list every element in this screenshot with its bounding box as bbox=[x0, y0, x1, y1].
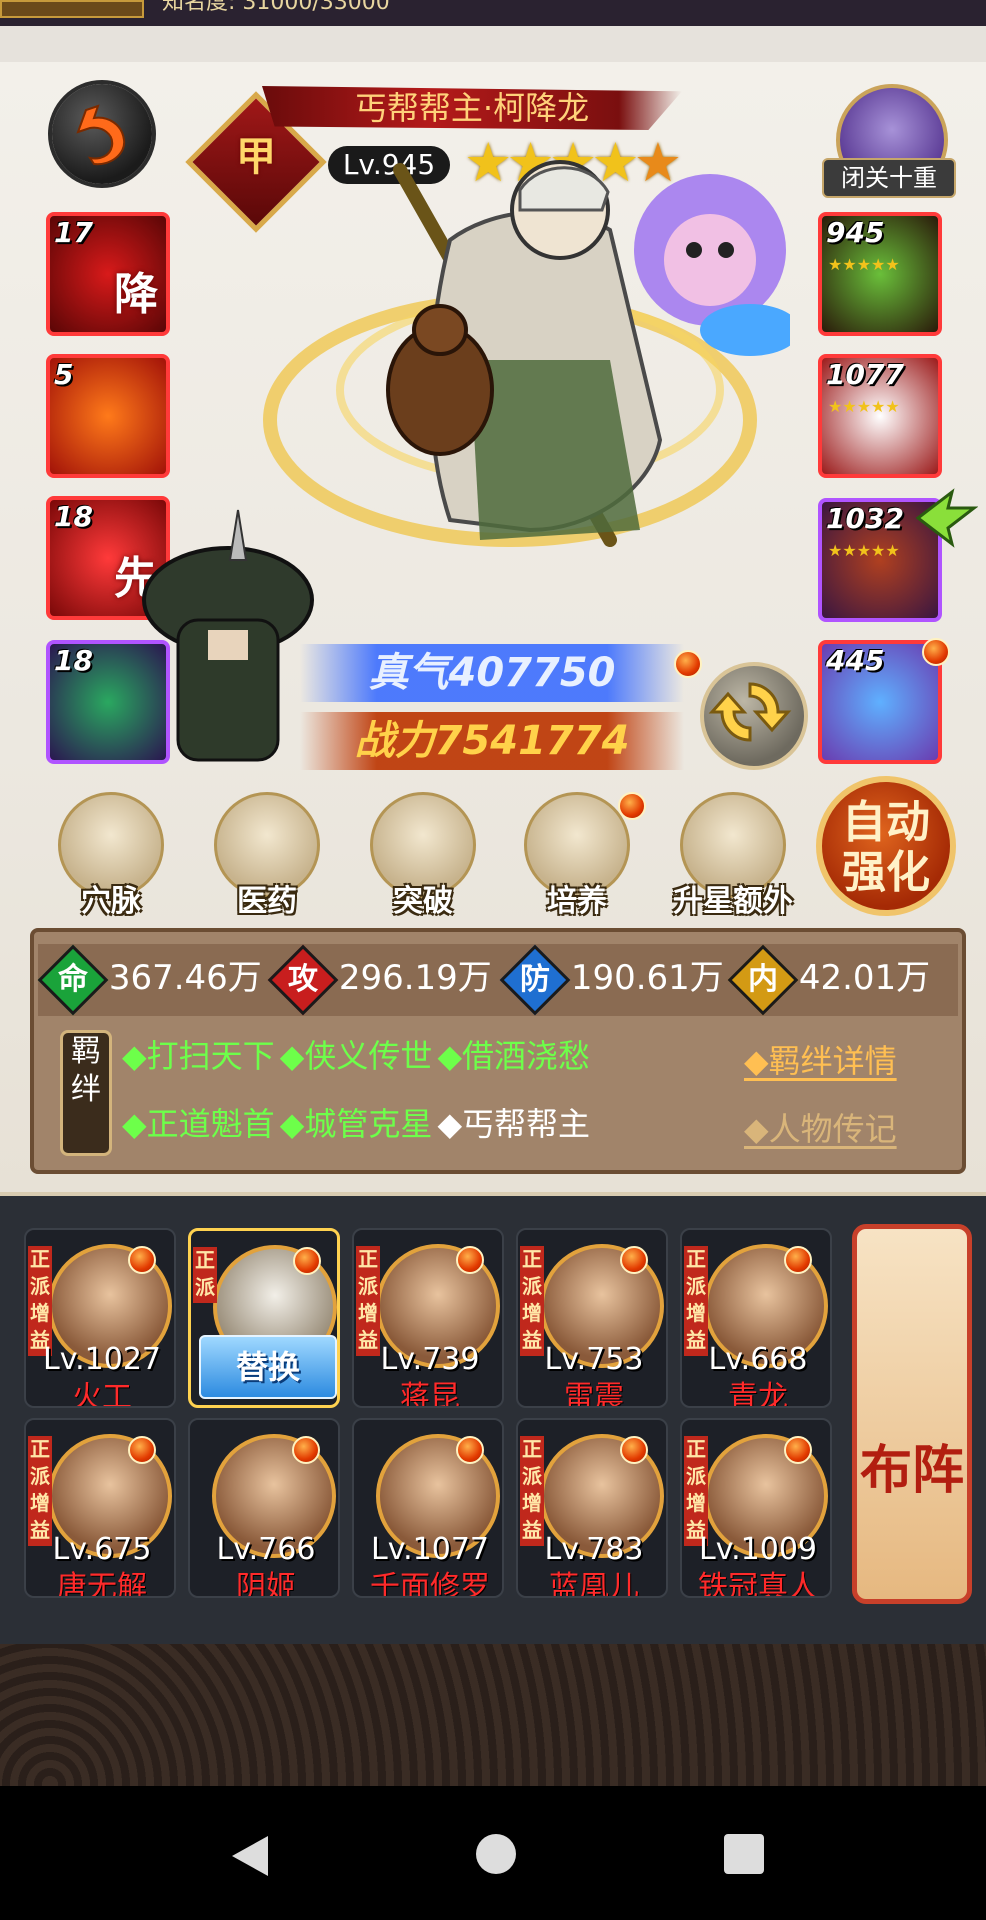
bond-item: ◆正道魁首 bbox=[122, 1105, 275, 1143]
bond-tag: 羁绊 bbox=[60, 1030, 112, 1156]
arrow-indicator-icon bbox=[915, 488, 978, 548]
notification-dot bbox=[784, 1246, 812, 1274]
defense-icon: 防 bbox=[499, 944, 571, 1015]
recent-apps-square-icon[interactable] bbox=[724, 1834, 764, 1874]
bond-item: ◆借酒浇愁 bbox=[437, 1037, 591, 1075]
attr-defense: 防 190.61万 bbox=[499, 944, 724, 1015]
wave-pattern-footer bbox=[0, 1644, 986, 1786]
cultivate-button[interactable]: 培养 bbox=[522, 792, 632, 920]
attack-icon: 攻 bbox=[267, 944, 339, 1015]
notification-dot bbox=[674, 650, 702, 678]
bond-item: ◆丐帮帮主 bbox=[437, 1105, 591, 1143]
acupoint-button[interactable]: 穴脉 bbox=[56, 792, 166, 920]
chevron-up-icon[interactable]: ⌃ bbox=[484, 0, 509, 14]
companion-figure bbox=[142, 509, 314, 762]
team-slot[interactable]: 正派增益 Lv.1027 火工 bbox=[24, 1228, 176, 1408]
notification-dot bbox=[456, 1246, 484, 1274]
skill-slot-2[interactable]: 5 bbox=[46, 354, 170, 478]
attr-attack: 攻 296.19万 bbox=[267, 944, 492, 1015]
biography-link[interactable]: ◆人物传记 bbox=[744, 1104, 897, 1150]
attr-inner: 内 42.01万 bbox=[727, 944, 930, 1015]
bond-item: ◆打扫天下 bbox=[122, 1037, 275, 1075]
equipment-slot-armor[interactable]: 1077 ★★★★★ bbox=[818, 354, 942, 478]
back-triangle-icon[interactable] bbox=[228, 1832, 272, 1880]
team-slot-selected[interactable]: 正派 替换 bbox=[188, 1228, 340, 1408]
notification-dot bbox=[620, 1436, 648, 1464]
team-slot[interactable]: Lv.766 阴姬 bbox=[188, 1418, 340, 1598]
top-bar-frame bbox=[0, 0, 144, 18]
team-slot[interactable]: 正派增益 Lv.739 蒋昆 bbox=[352, 1228, 504, 1408]
equipment-slot-weapon[interactable]: 945 ★★★★★ bbox=[818, 212, 942, 336]
fame-counter: 知名度: 31000/33000 bbox=[162, 0, 390, 15]
team-slot[interactable]: 正派增益 Lv.783 蓝凰儿 bbox=[516, 1418, 668, 1598]
formation-button[interactable]: 布阵 bbox=[852, 1224, 972, 1604]
notification-dot bbox=[292, 1436, 320, 1464]
skill-slot-1[interactable]: 17 降 bbox=[46, 212, 170, 336]
notification-dot bbox=[128, 1436, 156, 1464]
team-slot[interactable]: 正派增益 Lv.675 唐无解 bbox=[24, 1418, 176, 1598]
equip-stars: ★★★★★ bbox=[828, 397, 900, 416]
notification-dot bbox=[620, 1246, 648, 1274]
bond-row-2: ◆正道魁首 ◆城管克星 ◆丐帮帮主 bbox=[122, 1104, 590, 1144]
top-status-bar: 知名度: 31000/33000 ⌃ bbox=[0, 0, 986, 26]
bond-item: ◆城管克星 bbox=[279, 1105, 433, 1143]
notification-dot bbox=[618, 792, 646, 820]
star-up-extra-button[interactable]: 升星额外 bbox=[668, 792, 798, 920]
back-button[interactable] bbox=[52, 84, 152, 184]
true-qi-value: 真气407750 bbox=[300, 644, 684, 702]
home-circle-icon[interactable] bbox=[476, 1834, 516, 1874]
bond-detail-link[interactable]: ◆羁绊详情 bbox=[744, 1036, 897, 1082]
hp-icon: 命 bbox=[37, 944, 109, 1015]
breakthrough-button[interactable]: 突破 bbox=[368, 792, 478, 920]
notification-dot bbox=[128, 1246, 156, 1274]
replace-button[interactable]: 替换 bbox=[199, 1335, 337, 1399]
notification-dot bbox=[293, 1247, 321, 1275]
medicine-button[interactable]: 医药 bbox=[212, 792, 322, 920]
bond-item: ◆侠义传世 bbox=[279, 1037, 433, 1075]
team-slot[interactable]: 正派增益 Lv.753 雷震 bbox=[516, 1228, 668, 1408]
back-arrow-icon bbox=[76, 104, 126, 166]
team-slot[interactable]: 正派增益 Lv.668 青龙 bbox=[680, 1228, 832, 1408]
equip-stars: ★★★★★ bbox=[828, 541, 900, 560]
equip-stars: ★★★★★ bbox=[828, 255, 900, 274]
combat-power-value: 战力7541774 bbox=[300, 712, 684, 770]
bond-row-1: ◆打扫天下 ◆侠义传世 ◆借酒浇愁 bbox=[122, 1036, 590, 1076]
attr-hp: 命 367.46万 bbox=[37, 944, 262, 1015]
team-slot[interactable]: 正派增益 Lv.1009 铁冠真人 bbox=[680, 1418, 832, 1598]
team-slot[interactable]: Lv.1077 千面修罗 bbox=[352, 1418, 504, 1598]
auto-enhance-button[interactable]: 自动 强化 bbox=[816, 776, 956, 916]
notification-dot bbox=[922, 638, 950, 666]
refresh-icon bbox=[708, 682, 792, 742]
notification-dot bbox=[784, 1436, 812, 1464]
closed-training-label[interactable]: 闭关十重 bbox=[822, 158, 956, 198]
swap-hero-button[interactable] bbox=[700, 662, 808, 770]
notification-dot bbox=[456, 1436, 484, 1464]
sub-header bbox=[0, 26, 986, 63]
inner-power-icon: 内 bbox=[727, 944, 799, 1015]
